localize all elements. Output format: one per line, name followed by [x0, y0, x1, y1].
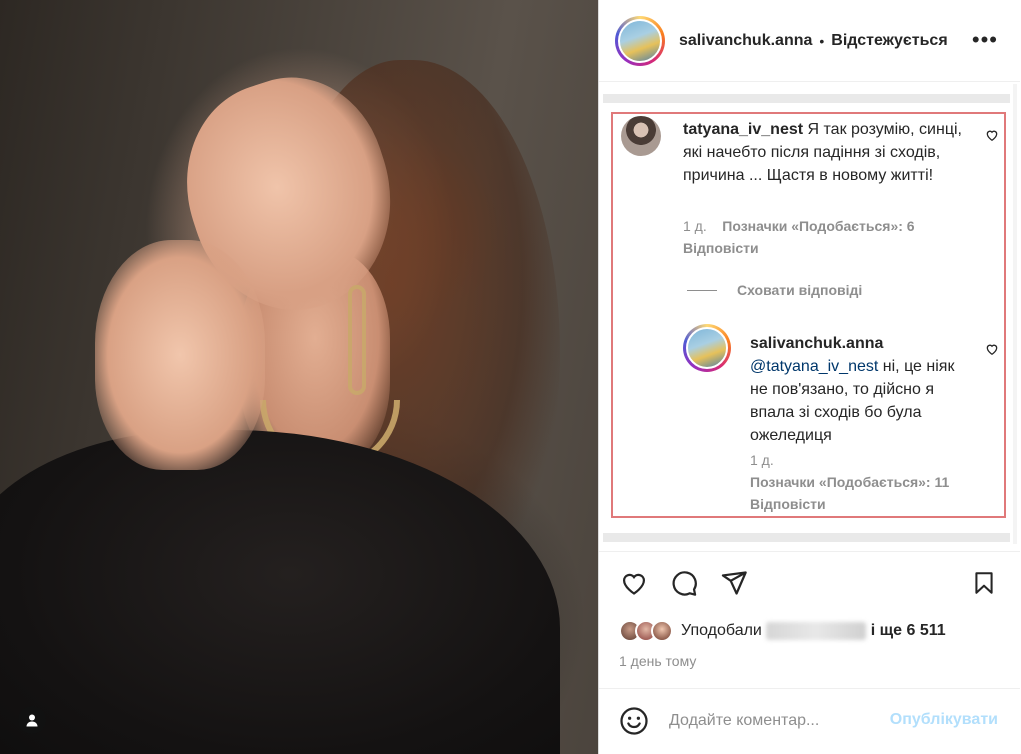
liker-avatar-3: [651, 620, 673, 642]
blurred-username: [766, 621, 867, 640]
like-heart-icon[interactable]: [619, 568, 649, 598]
post-photo[interactable]: [0, 0, 598, 754]
share-paper-plane-icon[interactable]: [719, 568, 749, 598]
comment-likes-count[interactable]: Позначки «Подобається»: 6: [722, 218, 914, 234]
scrollbar[interactable]: [1013, 84, 1017, 544]
post-side-panel: salivanchuk.anna • Відстежується ••• tat…: [598, 0, 1021, 754]
post-header: salivanchuk.anna • Відстежується •••: [599, 0, 1020, 82]
avatar-image: [618, 18, 662, 63]
comment-reply-button[interactable]: Відповісти: [683, 240, 759, 256]
follow-status-button[interactable]: Відстежується: [831, 32, 947, 50]
header-username[interactable]: salivanchuk.anna: [679, 32, 812, 50]
more-options-icon[interactable]: •••: [972, 29, 998, 51]
likes-prefix: Уподобали: [681, 622, 762, 640]
reply-likes-wrapper: Позначки «Подобається»: 11: [750, 474, 949, 490]
comment-avatar[interactable]: [621, 116, 661, 156]
hide-replies-label: Сховати відповіді: [737, 282, 863, 298]
reply-text: salivanchuk.anna @tatyana_iv_nest ні, це…: [750, 332, 975, 447]
likes-text: Уподобали і ще 6 511: [681, 621, 946, 640]
comment-like-heart-icon[interactable]: [985, 128, 999, 142]
hide-replies-line: [687, 289, 717, 291]
comment-text: tatyana_iv_nest Я так розумію, синці, як…: [683, 118, 973, 187]
post-actions-bar: [599, 551, 1020, 613]
reply-like-heart-icon[interactable]: [985, 342, 999, 356]
reply-time: 1 д.: [750, 452, 774, 468]
comment-input[interactable]: [669, 709, 869, 733]
reply-avatar-image: [686, 327, 728, 369]
divider-strip-bottom: [603, 533, 1010, 542]
comment-meta: 1 д. Позначки «Подобається»: 6: [683, 218, 915, 234]
hide-replies-button[interactable]: Сховати відповіді: [687, 282, 862, 298]
reply-reply-wrapper: Відповісти: [750, 496, 826, 512]
reply-avatar[interactable]: [683, 324, 731, 372]
bookmark-icon[interactable]: [969, 568, 999, 598]
highlighted-comment-thread: tatyana_iv_nest Я так розумію, синці, як…: [611, 112, 1006, 518]
reply-username[interactable]: salivanchuk.anna: [750, 332, 975, 355]
reply-mention-link[interactable]: @tatyana_iv_nest: [750, 358, 878, 375]
reply-reply-button[interactable]: Відповісти: [750, 496, 826, 512]
reply-likes-count[interactable]: Позначки «Подобається»: 11: [750, 474, 949, 490]
comment-time: 1 д.: [683, 218, 707, 234]
likes-count[interactable]: і ще 6 511: [871, 622, 946, 639]
post-time: 1 день тому: [619, 653, 697, 669]
add-comment-bar: Опублікувати: [599, 688, 1020, 754]
photo-earring: [348, 285, 366, 395]
publish-button[interactable]: Опублікувати: [890, 711, 998, 729]
comment-username[interactable]: tatyana_iv_nest: [683, 121, 803, 138]
comment-bubble-icon[interactable]: [669, 568, 699, 598]
likes-summary[interactable]: Уподобали і ще 6 511: [619, 620, 946, 642]
divider-strip-top: [603, 94, 1010, 103]
avatar[interactable]: [615, 15, 665, 66]
reply-time-wrapper: 1 д.: [750, 452, 774, 468]
photo-hands: [95, 240, 265, 470]
header-separator: •: [819, 32, 825, 49]
emoji-smiley-icon[interactable]: [619, 706, 649, 736]
person-icon[interactable]: [18, 706, 46, 734]
comment-reply-wrapper: Відповісти: [683, 240, 759, 256]
